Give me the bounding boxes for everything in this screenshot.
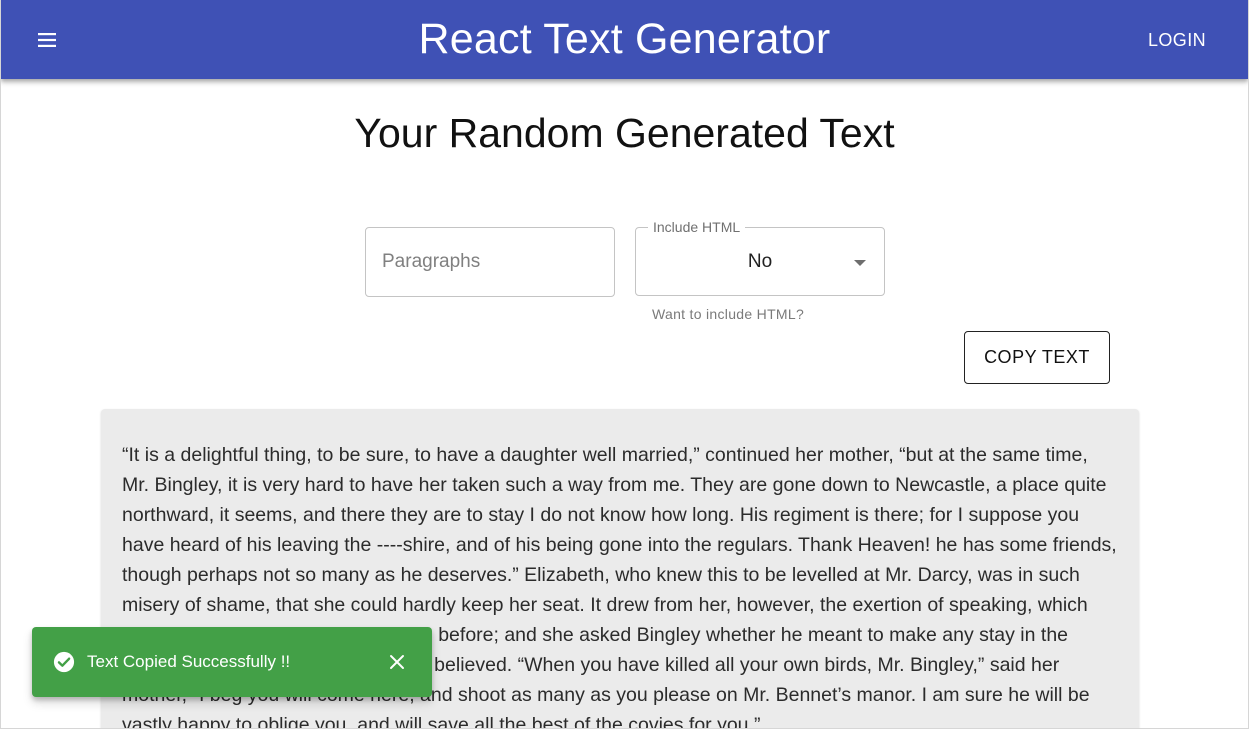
page-title: Your Random Generated Text [354, 110, 895, 156]
app-bar: React Text Generator LOGIN [1, 0, 1248, 79]
include-html-helper-text: Want to include HTML? [652, 306, 805, 322]
login-button[interactable]: LOGIN [1136, 22, 1218, 58]
copy-text-button[interactable]: COPY TEXT [964, 331, 1110, 384]
paragraphs-field [365, 227, 615, 297]
close-icon [390, 655, 404, 669]
snackbar-close-button[interactable] [382, 647, 412, 677]
include-html-value: No [747, 251, 773, 272]
check-circle-icon [53, 651, 75, 673]
include-html-select[interactable]: Include HTML No [635, 219, 885, 296]
snackbar-message: Text Copied Successfully !! [87, 652, 291, 671]
success-snackbar: Text Copied Successfully !! [32, 627, 432, 697]
app-title: React Text Generator [418, 15, 831, 63]
paragraphs-input[interactable] [366, 228, 614, 296]
app-window: React Text Generator LOGIN Your Random G… [0, 0, 1249, 729]
include-html-label: Include HTML [648, 219, 746, 235]
dropdown-arrow-icon [854, 260, 866, 266]
